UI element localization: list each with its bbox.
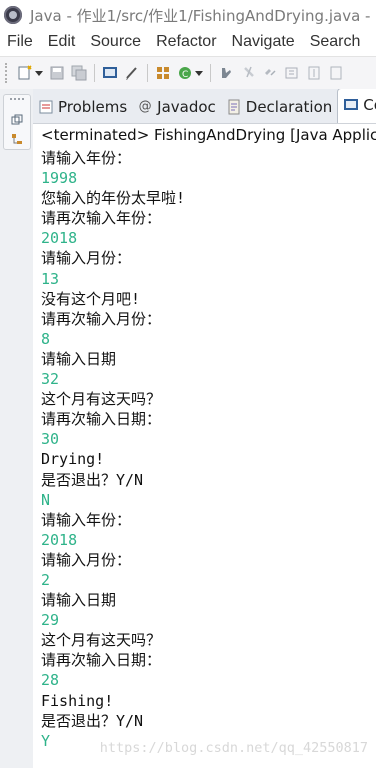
console-output-line: 请输入年份：: [41, 510, 132, 529]
console-output-line: 没有这个月吧!: [41, 289, 141, 308]
declaration-icon: [226, 99, 242, 115]
console-output-line: 请再次输入年份：: [41, 209, 162, 228]
page-icon[interactable]: [306, 65, 322, 81]
console-output-line: 是否退出？Y/N: [41, 711, 144, 730]
tab-javadoc-label: Javadoc: [157, 97, 216, 116]
menu-source[interactable]: Source: [83, 33, 149, 51]
console-icon: [343, 97, 359, 113]
console-view[interactable]: <terminated> FishingAndDrying [Java Appl…: [33, 124, 376, 768]
svg-text:C: C: [182, 70, 188, 80]
watermark: https://blog.csdn.net/qq_42550817: [99, 740, 368, 756]
console-input-line: 32: [41, 370, 60, 389]
drag-handle[interactable]: [10, 98, 24, 102]
toolbar: C: [0, 56, 376, 90]
menu-edit[interactable]: Edit: [41, 33, 84, 51]
console-input-line: 29: [41, 611, 60, 630]
menu-bar: File Edit Source Refactor Navigate Searc…: [0, 30, 376, 54]
toolbar-grip[interactable]: [5, 63, 10, 83]
tools-icon[interactable]: [284, 65, 300, 81]
tab-problems[interactable]: Problems: [33, 93, 132, 120]
console-input-line: 2: [41, 570, 51, 589]
new-package-icon[interactable]: [155, 65, 171, 81]
toolbar-separator: [210, 64, 211, 82]
tab-problems-label: Problems: [58, 97, 128, 116]
edit-icon[interactable]: [124, 65, 140, 81]
title-bar: Java - 作业1/src/作业1/FishingAndDrying.java…: [0, 0, 376, 30]
save-all-icon[interactable]: [71, 65, 87, 81]
console-input-line: 13: [41, 269, 60, 288]
console-input-line: 2018: [41, 530, 78, 549]
menu-refactor[interactable]: Refactor: [149, 33, 224, 51]
minimized-view-stack: [3, 94, 31, 150]
new-dropdown-caret[interactable]: [35, 70, 43, 76]
console-input-line: 8: [41, 329, 51, 348]
console-output-line: 请输入日期: [41, 591, 117, 610]
console-output-line: 请输入年份：: [41, 149, 132, 167]
console-output-line: 这个月有这天吗？: [41, 390, 162, 409]
new-icon[interactable]: [17, 65, 33, 81]
console-output-line: 请再次输入日期：: [41, 410, 162, 429]
console-input-line: 28: [41, 671, 60, 690]
left-trim-stack: [0, 89, 34, 768]
console-input-line: 30: [41, 430, 60, 449]
menu-search[interactable]: Search: [303, 33, 369, 51]
new-class-dropdown-caret[interactable]: [195, 70, 203, 76]
console-input-line: 1998: [41, 169, 78, 188]
tab-declaration-label: Declaration: [245, 97, 333, 116]
eclipse-app-icon: [4, 6, 22, 24]
console-output-line: 是否退出？Y/N: [41, 470, 144, 489]
console-output-line: Drying!: [41, 450, 105, 469]
javadoc-icon: @: [138, 99, 152, 114]
window-title: Java - 作业1/src/作业1/FishingAndDrying.java…: [30, 6, 376, 25]
console-output-line: 请再次输入月份：: [41, 309, 162, 328]
console-output: 请输入年份： 1998 您输入的年份太早啦! 请再次输入年份： 2018 请输入月份： 13…: [41, 148, 376, 751]
tab-console[interactable]: Co: [337, 89, 376, 123]
console-status: <terminated> FishingAndDrying [Java Appl…: [41, 126, 376, 144]
search-icon[interactable]: [240, 65, 256, 81]
console-output-line: 请输入月份：: [41, 550, 132, 569]
more-icon[interactable]: [328, 65, 344, 81]
save-icon[interactable]: [49, 65, 65, 81]
tab-declaration[interactable]: Declaration: [221, 93, 337, 120]
console-input-line: N: [41, 490, 51, 509]
console-output-line: 请输入月份：: [41, 249, 132, 268]
tab-javadoc[interactable]: @ Javadoc: [132, 93, 221, 120]
view-tab-bar: Problems @ Javadoc Declaration Co: [33, 89, 376, 124]
link-icon[interactable]: [262, 65, 278, 81]
new-class-icon[interactable]: C: [177, 65, 193, 81]
menu-project[interactable]: P: [368, 33, 376, 51]
toolbar-separator: [147, 64, 148, 82]
console-input-line: 2018: [41, 229, 78, 248]
console-output-line: 您输入的年份太早啦!: [41, 189, 186, 208]
run-icon[interactable]: [218, 65, 234, 81]
tab-console-label: Co: [363, 95, 376, 114]
terminal-icon[interactable]: [102, 65, 118, 81]
console-output-line: 请再次输入日期：: [41, 651, 162, 670]
console-output-line: 请输入日期: [41, 349, 117, 368]
restore-icon[interactable]: [11, 111, 23, 125]
toolbar-separator: [94, 64, 95, 82]
problems-icon: [38, 99, 54, 115]
console-output-line: 这个月有这天吗？: [41, 631, 162, 650]
console-output-line: Fishing!: [41, 691, 114, 710]
menu-file[interactable]: File: [0, 33, 41, 51]
menu-navigate[interactable]: Navigate: [225, 33, 303, 51]
package-explorer-icon[interactable]: [11, 130, 23, 144]
